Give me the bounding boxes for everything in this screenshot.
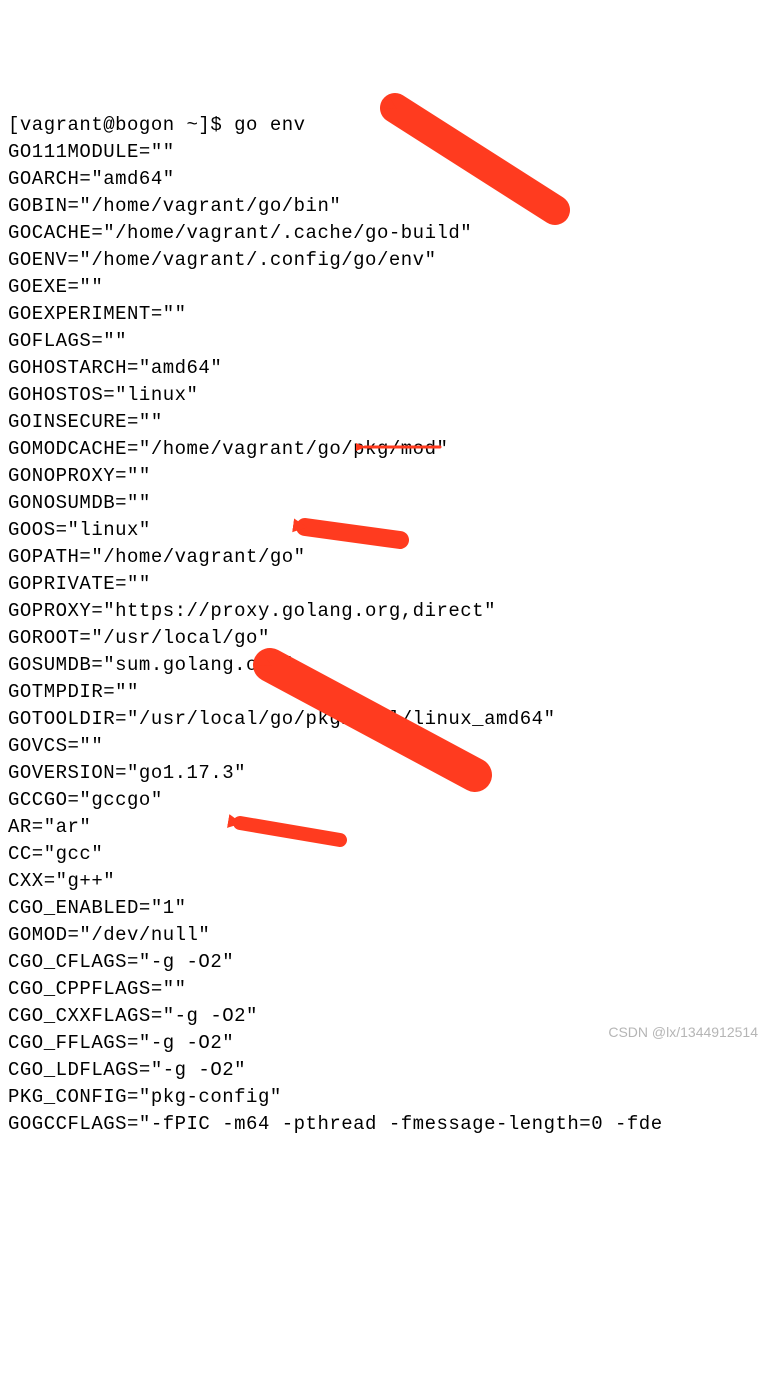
env-line-goflags: GOFLAGS="": [8, 328, 756, 355]
env-line-goarch: GOARCH="amd64": [8, 166, 756, 193]
env-line-cgo_enabled: CGO_ENABLED="1": [8, 895, 756, 922]
env-line-govcs: GOVCS="": [8, 733, 756, 760]
env-line-gobin: GOBIN="/home/vagrant/go/bin": [8, 193, 756, 220]
env-line-goinsecure: GOINSECURE="": [8, 409, 756, 436]
env-line-gohostos: GOHOSTOS="linux": [8, 382, 756, 409]
env-line-cgo_ldflags: CGO_LDFLAGS="-g -O2": [8, 1057, 756, 1084]
env-line-gosumdb: GOSUMDB="sum.golang.org": [8, 652, 756, 679]
prompt-line: [vagrant@bogon ~]$ go env: [8, 112, 756, 139]
env-line-goprivate: GOPRIVATE="": [8, 571, 756, 598]
env-line-gomod: GOMOD="/dev/null": [8, 922, 756, 949]
env-line-gccgo: GCCGO="gccgo": [8, 787, 756, 814]
env-line-pkg_config: PKG_CONFIG="pkg-config": [8, 1084, 756, 1111]
env-line-gopath: GOPATH="/home/vagrant/go": [8, 544, 756, 571]
env-line-goenv: GOENV="/home/vagrant/.config/go/env": [8, 247, 756, 274]
env-line-gotooldir: GOTOOLDIR="/usr/local/go/pkg/tool/linux_…: [8, 706, 756, 733]
env-line-goproxy: GOPROXY="https://proxy.golang.org,direct…: [8, 598, 756, 625]
env-line-goversion: GOVERSION="go1.17.3": [8, 760, 756, 787]
env-output: GO111MODULE=""GOARCH="amd64"GOBIN="/home…: [8, 139, 756, 1138]
env-line-cc: CC="gcc": [8, 841, 756, 868]
env-line-ar: AR="ar": [8, 814, 756, 841]
env-line-go111module: GO111MODULE="": [8, 139, 756, 166]
env-line-gomodcache: GOMODCACHE="/home/vagrant/go/pkg/mod": [8, 436, 756, 463]
env-line-gogccflags: GOGCCFLAGS="-fPIC -m64 -pthread -fmessag…: [8, 1111, 756, 1138]
env-line-cgo_cflags: CGO_CFLAGS="-g -O2": [8, 949, 756, 976]
env-line-gohostarch: GOHOSTARCH="amd64": [8, 355, 756, 382]
env-line-gonosumdb: GONOSUMDB="": [8, 490, 756, 517]
env-line-gocache: GOCACHE="/home/vagrant/.cache/go-build": [8, 220, 756, 247]
env-line-cxx: CXX="g++": [8, 868, 756, 895]
env-line-goexperiment: GOEXPERIMENT="": [8, 301, 756, 328]
env-line-goexe: GOEXE="": [8, 274, 756, 301]
watermark-text: CSDN @lx/1344912514: [608, 1019, 758, 1046]
env-line-goos: GOOS="linux": [8, 517, 756, 544]
env-line-gotmpdir: GOTMPDIR="": [8, 679, 756, 706]
env-line-cgo_cppflags: CGO_CPPFLAGS="": [8, 976, 756, 1003]
env-line-goroot: GOROOT="/usr/local/go": [8, 625, 756, 652]
env-line-gonoproxy: GONOPROXY="": [8, 463, 756, 490]
